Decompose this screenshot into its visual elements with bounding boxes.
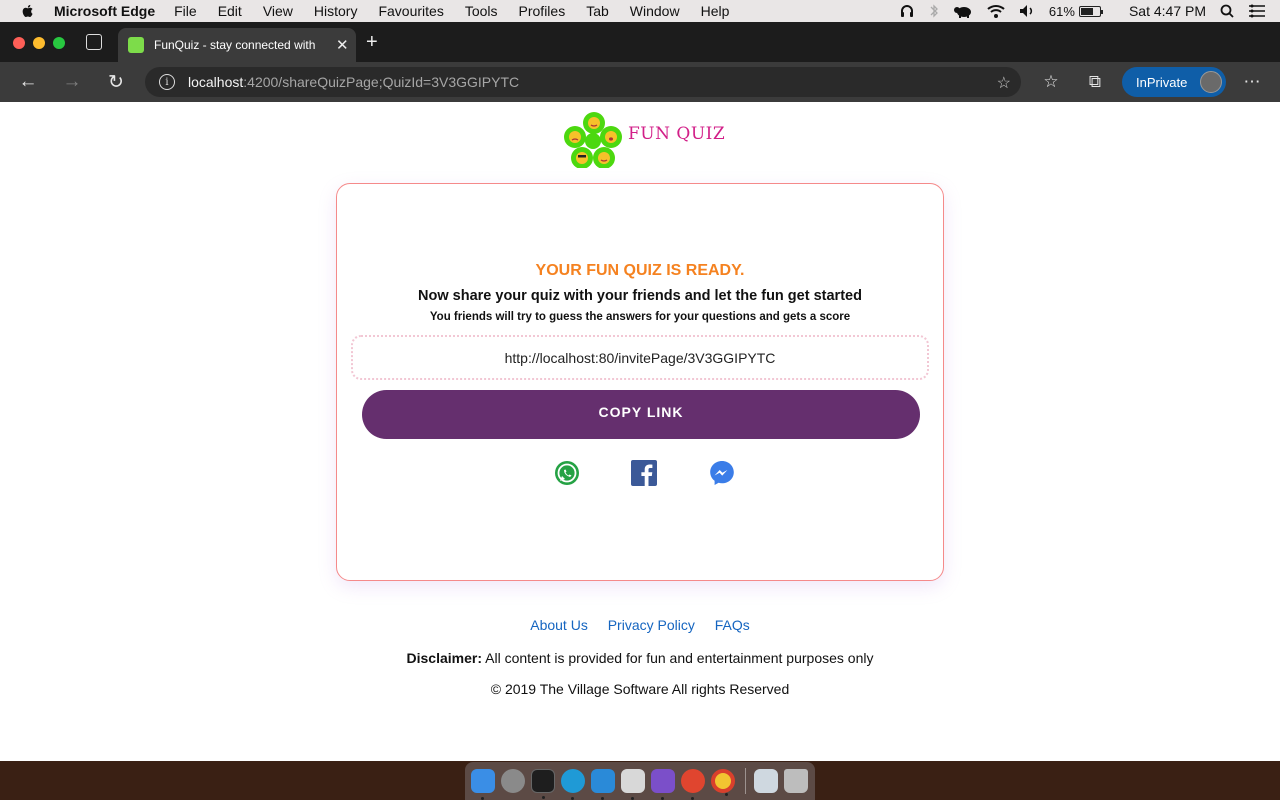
active-tab[interactable]: FunQuiz - stay connected with ✕ (118, 28, 356, 62)
profile-avatar (1200, 71, 1222, 93)
funquiz-favicon-icon (128, 37, 144, 53)
bluetooth-icon[interactable] (929, 3, 939, 19)
copyright: © 2019 The Village Software All rights R… (490, 681, 790, 697)
battery-status[interactable]: 61% (1048, 3, 1103, 19)
menu-view[interactable]: View (263, 3, 293, 19)
headphones-icon[interactable] (899, 3, 915, 19)
battery-percent: 61% (1048, 3, 1075, 19)
window-close-button[interactable] (13, 37, 25, 49)
finder-icon[interactable] (471, 769, 495, 800)
preview-icon[interactable] (754, 769, 778, 793)
disclaimer-text: All content is provided for fun and ente… (482, 650, 874, 666)
menu-window[interactable]: Window (630, 3, 680, 19)
more-options-icon[interactable]: ⋯ (1242, 72, 1262, 92)
inprivate-profile-button[interactable]: InPrivate (1122, 67, 1226, 97)
menu-history[interactable]: History (314, 3, 358, 19)
window-minimize-button[interactable] (33, 37, 45, 49)
new-tab-icon[interactable]: + (366, 32, 378, 52)
privacy-policy-link[interactable]: Privacy Policy (608, 617, 695, 633)
about-us-link[interactable]: About Us (530, 617, 588, 633)
favorites-icon[interactable]: ☆ (1041, 72, 1061, 92)
menu-tools[interactable]: Tools (465, 3, 498, 19)
menu-profiles[interactable]: Profiles (519, 3, 566, 19)
invite-link-field[interactable]: http://localhost:80/invitePage/3V3GGIPYT… (351, 335, 929, 380)
footer-links: About Us Privacy Policy FAQs (0, 617, 1280, 633)
address-bar[interactable]: i localhost:4200/shareQuizPage;QuizId=3V… (145, 67, 1021, 97)
disclaimer-label: Disclaimer: (406, 650, 482, 666)
menu-favourites[interactable]: Favourites (378, 3, 443, 19)
tab-close-icon[interactable]: ✕ (336, 36, 349, 54)
url-host: localhost (188, 74, 244, 90)
facebook-icon[interactable] (631, 460, 657, 486)
launchpad-icon[interactable] (501, 769, 525, 793)
logo-text: FUN QUIZ (628, 124, 726, 144)
browser-toolbar: ← → ↻ i localhost:4200/shareQuizPage;Qui… (0, 62, 1280, 102)
menu-help[interactable]: Help (701, 3, 730, 19)
disclaimer: Disclaimer: All content is provided for … (0, 650, 1280, 666)
chrome-icon[interactable] (711, 769, 735, 796)
reload-icon[interactable]: ↻ (105, 71, 127, 93)
url-path: :4200/shareQuizPage;QuizId=3V3GGIPYTC (243, 74, 520, 90)
macos-dock (465, 762, 815, 800)
messenger-icon[interactable] (709, 460, 735, 486)
wifi-icon[interactable] (987, 4, 1005, 18)
site-info-icon[interactable]: i (159, 74, 175, 90)
visual-studio-icon[interactable] (651, 769, 675, 800)
app-icon[interactable] (621, 769, 645, 800)
control-center-icon[interactable] (1248, 4, 1266, 18)
menu-edit[interactable]: Edit (218, 3, 242, 19)
vscode-icon[interactable] (591, 769, 615, 800)
share-quiz-card: YOUR FUN QUIZ IS READY. Now share your q… (336, 183, 944, 581)
add-favorite-icon[interactable]: ☆ (997, 73, 1011, 93)
back-arrow-icon[interactable]: ← (17, 71, 39, 93)
tab-actions-icon[interactable] (86, 34, 102, 50)
copy-link-button[interactable]: COPY LINK (362, 390, 920, 439)
terminal-icon[interactable] (531, 769, 555, 799)
tab-title: FunQuiz - stay connected with (154, 38, 316, 52)
browser-tab-bar: FunQuiz - stay connected with ✕ + (0, 22, 1280, 62)
menu-app-name[interactable]: Microsoft Edge (54, 3, 155, 19)
menu-file[interactable]: File (174, 3, 197, 19)
forward-arrow-icon[interactable]: → (61, 71, 83, 93)
faqs-link[interactable]: FAQs (715, 617, 750, 633)
animal-status-icon[interactable] (953, 3, 973, 19)
clock[interactable]: Sat 4:47 PM (1129, 3, 1206, 19)
dock-separator (745, 768, 746, 794)
menu-tab[interactable]: Tab (586, 3, 609, 19)
page-content: FUN QUIZ YOUR FUN QUIZ IS READY. Now sha… (0, 102, 1280, 761)
whatsapp-icon[interactable] (554, 460, 580, 486)
trash-icon[interactable] (784, 769, 808, 793)
remote-desktop-icon[interactable] (681, 769, 705, 800)
edge-icon[interactable] (561, 769, 585, 800)
volume-icon[interactable] (1019, 4, 1035, 18)
inprivate-label: InPrivate (1136, 74, 1188, 90)
collections-icon[interactable]: ⧉ (1085, 72, 1105, 92)
share-instruction: Now share your quiz with your friends an… (418, 288, 862, 304)
spotlight-search-icon[interactable] (1220, 4, 1234, 18)
window-zoom-button[interactable] (53, 37, 65, 49)
apple-icon[interactable] (20, 3, 36, 19)
quiz-ready-heading: YOUR FUN QUIZ IS READY. (535, 262, 745, 279)
battery-icon (1078, 5, 1103, 17)
macos-menubar: Microsoft Edge File Edit View History Fa… (0, 0, 1280, 22)
share-subtext: You friends will try to guess the answer… (429, 311, 851, 323)
